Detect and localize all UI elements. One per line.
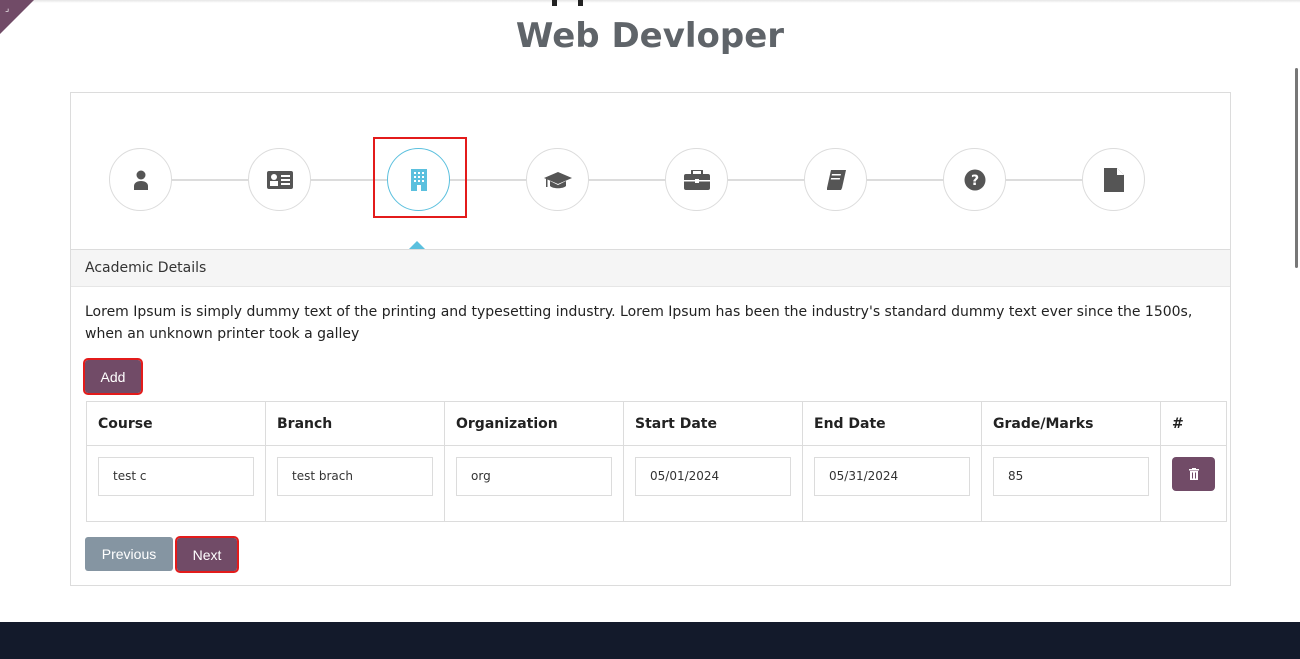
column-header: Branch — [265, 401, 445, 446]
title-descender — [552, 0, 557, 6]
add-button[interactable]: Add — [83, 358, 143, 395]
branch-input[interactable]: test brach — [277, 457, 433, 496]
title-descender — [578, 0, 583, 6]
page-title: Web Devloper — [515, 16, 785, 56]
book-icon — [826, 169, 846, 190]
course-input[interactable]: test c — [98, 457, 254, 496]
id-card-icon — [266, 170, 293, 189]
column-header: # — [1160, 401, 1227, 446]
step-documents[interactable] — [1082, 148, 1145, 211]
previous-button[interactable]: Previous — [85, 537, 173, 571]
delete-row-button[interactable] — [1172, 457, 1215, 491]
column-header: End Date — [802, 401, 982, 446]
organization-input[interactable]: org — [456, 457, 612, 496]
column-header: Start Date — [623, 401, 803, 446]
active-step-caret — [409, 241, 425, 249]
section-description: Lorem Ipsum is simply dummy text of the … — [85, 304, 1193, 342]
column-header: Grade/Marks — [981, 401, 1161, 446]
question-circle-icon: ? — [964, 169, 985, 190]
top-shadow — [0, 0, 1300, 3]
grade-input[interactable]: 85 — [993, 457, 1149, 496]
step-education[interactable] — [526, 148, 589, 211]
cell — [1160, 445, 1227, 522]
scrollbar[interactable] — [1295, 68, 1298, 268]
briefcase-icon — [683, 169, 710, 190]
step-courses[interactable] — [804, 148, 867, 211]
corner-icon: ⌟ — [5, 4, 10, 14]
cell: 05/01/2024 — [623, 445, 803, 522]
column-header: Course — [86, 401, 266, 446]
step-personal[interactable] — [109, 148, 172, 211]
table-header-row: Course Branch Organization Start Date En… — [86, 401, 1227, 446]
section-header: Academic Details — [71, 249, 1230, 287]
wizard-panel: ? Academic Details Lorem Ipsum is simply… — [70, 92, 1231, 586]
cell: org — [444, 445, 624, 522]
trash-icon — [1188, 468, 1199, 480]
end-date-input[interactable]: 05/31/2024 — [814, 457, 970, 496]
step-highlight — [373, 137, 467, 218]
cell: test c — [86, 445, 266, 522]
start-date-input[interactable]: 05/01/2024 — [635, 457, 791, 496]
next-button[interactable]: Next — [175, 536, 239, 573]
cell: 05/31/2024 — [802, 445, 982, 522]
svg-text:?: ? — [970, 173, 978, 189]
cell: 85 — [981, 445, 1161, 522]
step-identity[interactable] — [248, 148, 311, 211]
graduation-cap-icon — [543, 171, 572, 188]
column-header: Organization — [444, 401, 624, 446]
academic-table: Course Branch Organization Start Date En… — [86, 401, 1227, 522]
step-questions[interactable]: ? — [943, 148, 1006, 211]
user-icon — [133, 170, 148, 190]
cell: test brach — [265, 445, 445, 522]
step-experience[interactable] — [665, 148, 728, 211]
footer — [0, 622, 1300, 659]
file-icon — [1103, 167, 1124, 192]
table-row: test c test brach org 05/01/2024 05/31/2… — [86, 445, 1227, 522]
